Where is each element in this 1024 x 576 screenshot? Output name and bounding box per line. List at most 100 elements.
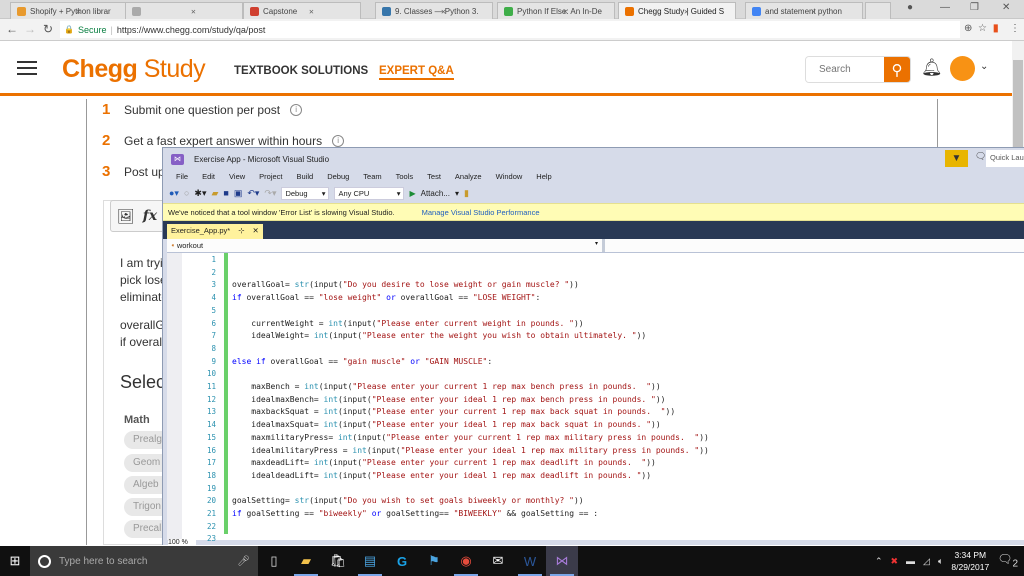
- save-all-icon[interactable]: ▣: [234, 188, 243, 199]
- chevron-down-icon[interactable]: ⌄: [980, 61, 988, 72]
- menu-tools[interactable]: Tools: [389, 170, 421, 183]
- code-line[interactable]: maxdeadLift= int(input("Please enter you…: [232, 458, 656, 467]
- code-line[interactable]: goalSetting= str(input("Do you wish to s…: [232, 496, 584, 505]
- close-tab-icon[interactable]: ✕: [253, 226, 259, 237]
- code-line[interactable]: if overallGoal == "lose weight" or overa…: [232, 293, 540, 302]
- zoom-icon[interactable]: ⊕: [964, 23, 972, 34]
- undo-icon[interactable]: ↶▾: [247, 188, 259, 199]
- nav-textbook-solutions[interactable]: TEXTBOOK SOLUTIONS: [234, 65, 368, 77]
- usb-icon[interactable]: ▬: [906, 556, 915, 566]
- start-icon[interactable]: ▶: [409, 189, 415, 198]
- manage-performance-link[interactable]: Manage Visual Studio Performance: [422, 208, 540, 217]
- store-icon[interactable]: 🛍︎: [322, 546, 354, 576]
- notifications-icon[interactable]: 🗨︎2: [997, 552, 1018, 569]
- code-line[interactable]: overallGoal= str(input("Do you desire to…: [232, 280, 579, 289]
- logitech-icon[interactable]: G: [386, 546, 418, 576]
- menu-team[interactable]: Team: [356, 170, 388, 183]
- scrollbar-thumb[interactable]: [1013, 60, 1023, 150]
- profile-icon[interactable]: ●: [907, 2, 913, 13]
- network-error-icon[interactable]: ✖: [891, 556, 899, 567]
- chegg-study-logo[interactable]: Chegg Study: [62, 55, 206, 84]
- file-explorer-icon[interactable]: ▰: [290, 546, 322, 576]
- mail-icon[interactable]: ✉: [482, 546, 514, 576]
- close-window-button[interactable]: ✕: [1002, 2, 1010, 13]
- formula-icon[interactable]: fx: [143, 208, 157, 224]
- forward-button[interactable]: →: [24, 22, 36, 36]
- scope-dropdown[interactable]: ⁌ workout ▾: [167, 239, 605, 252]
- redo-icon[interactable]: ↷▾: [264, 188, 276, 199]
- menu-view[interactable]: View: [222, 170, 252, 183]
- windows-start-icon[interactable]: ⊞: [0, 546, 30, 576]
- visual-studio-icon[interactable]: ⋈: [546, 546, 578, 576]
- avatar[interactable]: [950, 56, 975, 81]
- forward-navigate-icon[interactable]: ○: [184, 188, 189, 198]
- new-tab-button[interactable]: [865, 2, 891, 19]
- code-line[interactable]: idealdeadLift= int(input("Please enter y…: [232, 471, 651, 480]
- new-project-icon[interactable]: ✱▾: [194, 188, 206, 199]
- volume-icon[interactable]: 🔈︎: [938, 556, 943, 567]
- platform-dropdown[interactable]: Any CPU ▾: [334, 186, 405, 200]
- pin-icon[interactable]: ⊹: [238, 226, 244, 237]
- close-tab-icon[interactable]: ✕: [684, 7, 689, 16]
- back-button[interactable]: ←: [6, 22, 18, 36]
- close-tab-icon[interactable]: ✕: [191, 7, 196, 16]
- menu-file[interactable]: File: [169, 170, 195, 183]
- image-icon[interactable]: 🖼︎: [117, 208, 135, 225]
- menu-project[interactable]: Project: [252, 170, 289, 183]
- close-tab-icon[interactable]: ✕: [441, 7, 446, 16]
- menu-help[interactable]: Help: [529, 170, 558, 183]
- close-tab-icon[interactable]: ✕: [563, 7, 568, 16]
- chrome-icon[interactable]: ◉: [450, 546, 482, 576]
- wifi-icon[interactable]: ◿: [923, 556, 930, 567]
- feedback-filter-icon[interactable]: ▼: [945, 150, 968, 167]
- code-line[interactable]: maxmilitaryPress= int(input("Please ente…: [232, 433, 709, 442]
- url-field[interactable]: 🔒 Secure | https://www.chegg.com/study/q…: [60, 21, 960, 38]
- code-line[interactable]: maxBench = int(input("Please enter your …: [232, 382, 660, 391]
- menu-analyze[interactable]: Analyze: [448, 170, 489, 183]
- back-navigate-icon[interactable]: ●▾: [169, 188, 179, 199]
- config-dropdown[interactable]: Debug ▾: [281, 186, 330, 200]
- menu-test[interactable]: Test: [420, 170, 448, 183]
- network-app-icon[interactable]: ⚑: [418, 546, 450, 576]
- office-extension-icon[interactable]: ▮: [993, 23, 999, 34]
- code-line[interactable]: if goalSetting == "biweekly" or goalSett…: [232, 509, 598, 518]
- bell-icon[interactable]: 🔔︎: [921, 58, 943, 78]
- code-editor[interactable]: 1 2 3 4 5 6 7 8 9 10 11 12 13 14 15 16 17 18 19 20 21 22 23 ov…: [167, 253, 1024, 543]
- show-hidden-icons[interactable]: ⌃: [875, 556, 883, 567]
- restore-button[interactable]: ❐: [970, 2, 979, 13]
- browser-tab[interactable]: and statement python ✕: [745, 2, 863, 19]
- code-line[interactable]: idealWeight= int(input("Please enter the…: [232, 331, 646, 340]
- hamburger-menu-icon[interactable]: [17, 61, 37, 75]
- menu-debug[interactable]: Debug: [320, 170, 356, 183]
- nav-expert-qa[interactable]: EXPERT Q&A: [379, 65, 454, 80]
- word-icon[interactable]: W: [514, 546, 546, 576]
- browser-tab[interactable]: 9. Classes — Python 3. ✕: [375, 2, 493, 19]
- info-icon[interactable]: i: [332, 134, 345, 147]
- open-file-icon[interactable]: ▰: [211, 188, 218, 199]
- code-line[interactable]: maxbackSquat = int(input("Please enter y…: [232, 407, 675, 416]
- task-view-icon[interactable]: ▯: [258, 546, 290, 576]
- microphone-icon[interactable]: 🎤︎: [237, 556, 250, 567]
- close-tab-icon[interactable]: ✕: [76, 7, 81, 16]
- menu-build[interactable]: Build: [290, 170, 321, 183]
- browser-tab[interactable]: Chegg Study | Guided S ✕: [618, 2, 736, 19]
- taskbar-search[interactable]: Type here to search 🎤︎: [30, 546, 258, 576]
- menu-edit[interactable]: Edit: [195, 170, 222, 183]
- minimize-button[interactable]: —: [940, 2, 950, 13]
- clock[interactable]: 3:34 PM 8/29/2017: [951, 549, 989, 573]
- feedback-icon[interactable]: 🗨︎: [975, 151, 986, 162]
- close-tab-icon[interactable]: ✕: [309, 7, 314, 16]
- browser-tab[interactable]: Shopify + Python librar ✕: [10, 2, 128, 19]
- info-icon[interactable]: i: [290, 103, 303, 116]
- contacts-icon[interactable]: ▤: [354, 546, 386, 576]
- search-button[interactable]: ⚲: [884, 57, 910, 82]
- reload-button[interactable]: ↻: [43, 22, 53, 36]
- code-line[interactable]: idealmaxBench= int(input("Please enter y…: [232, 395, 665, 404]
- browser-tab[interactable]: Capstone ✕: [243, 2, 361, 19]
- menu-window[interactable]: Window: [489, 170, 530, 183]
- code-line[interactable]: currentWeight = int(input("Please enter …: [232, 319, 583, 328]
- dropdown-arrow-icon[interactable]: ▾: [455, 189, 459, 198]
- attach-button[interactable]: Attach...: [421, 189, 450, 198]
- bookmark-star-icon[interactable]: ☆: [978, 23, 987, 34]
- quick-launch-input[interactable]: Quick Laun: [986, 150, 1024, 167]
